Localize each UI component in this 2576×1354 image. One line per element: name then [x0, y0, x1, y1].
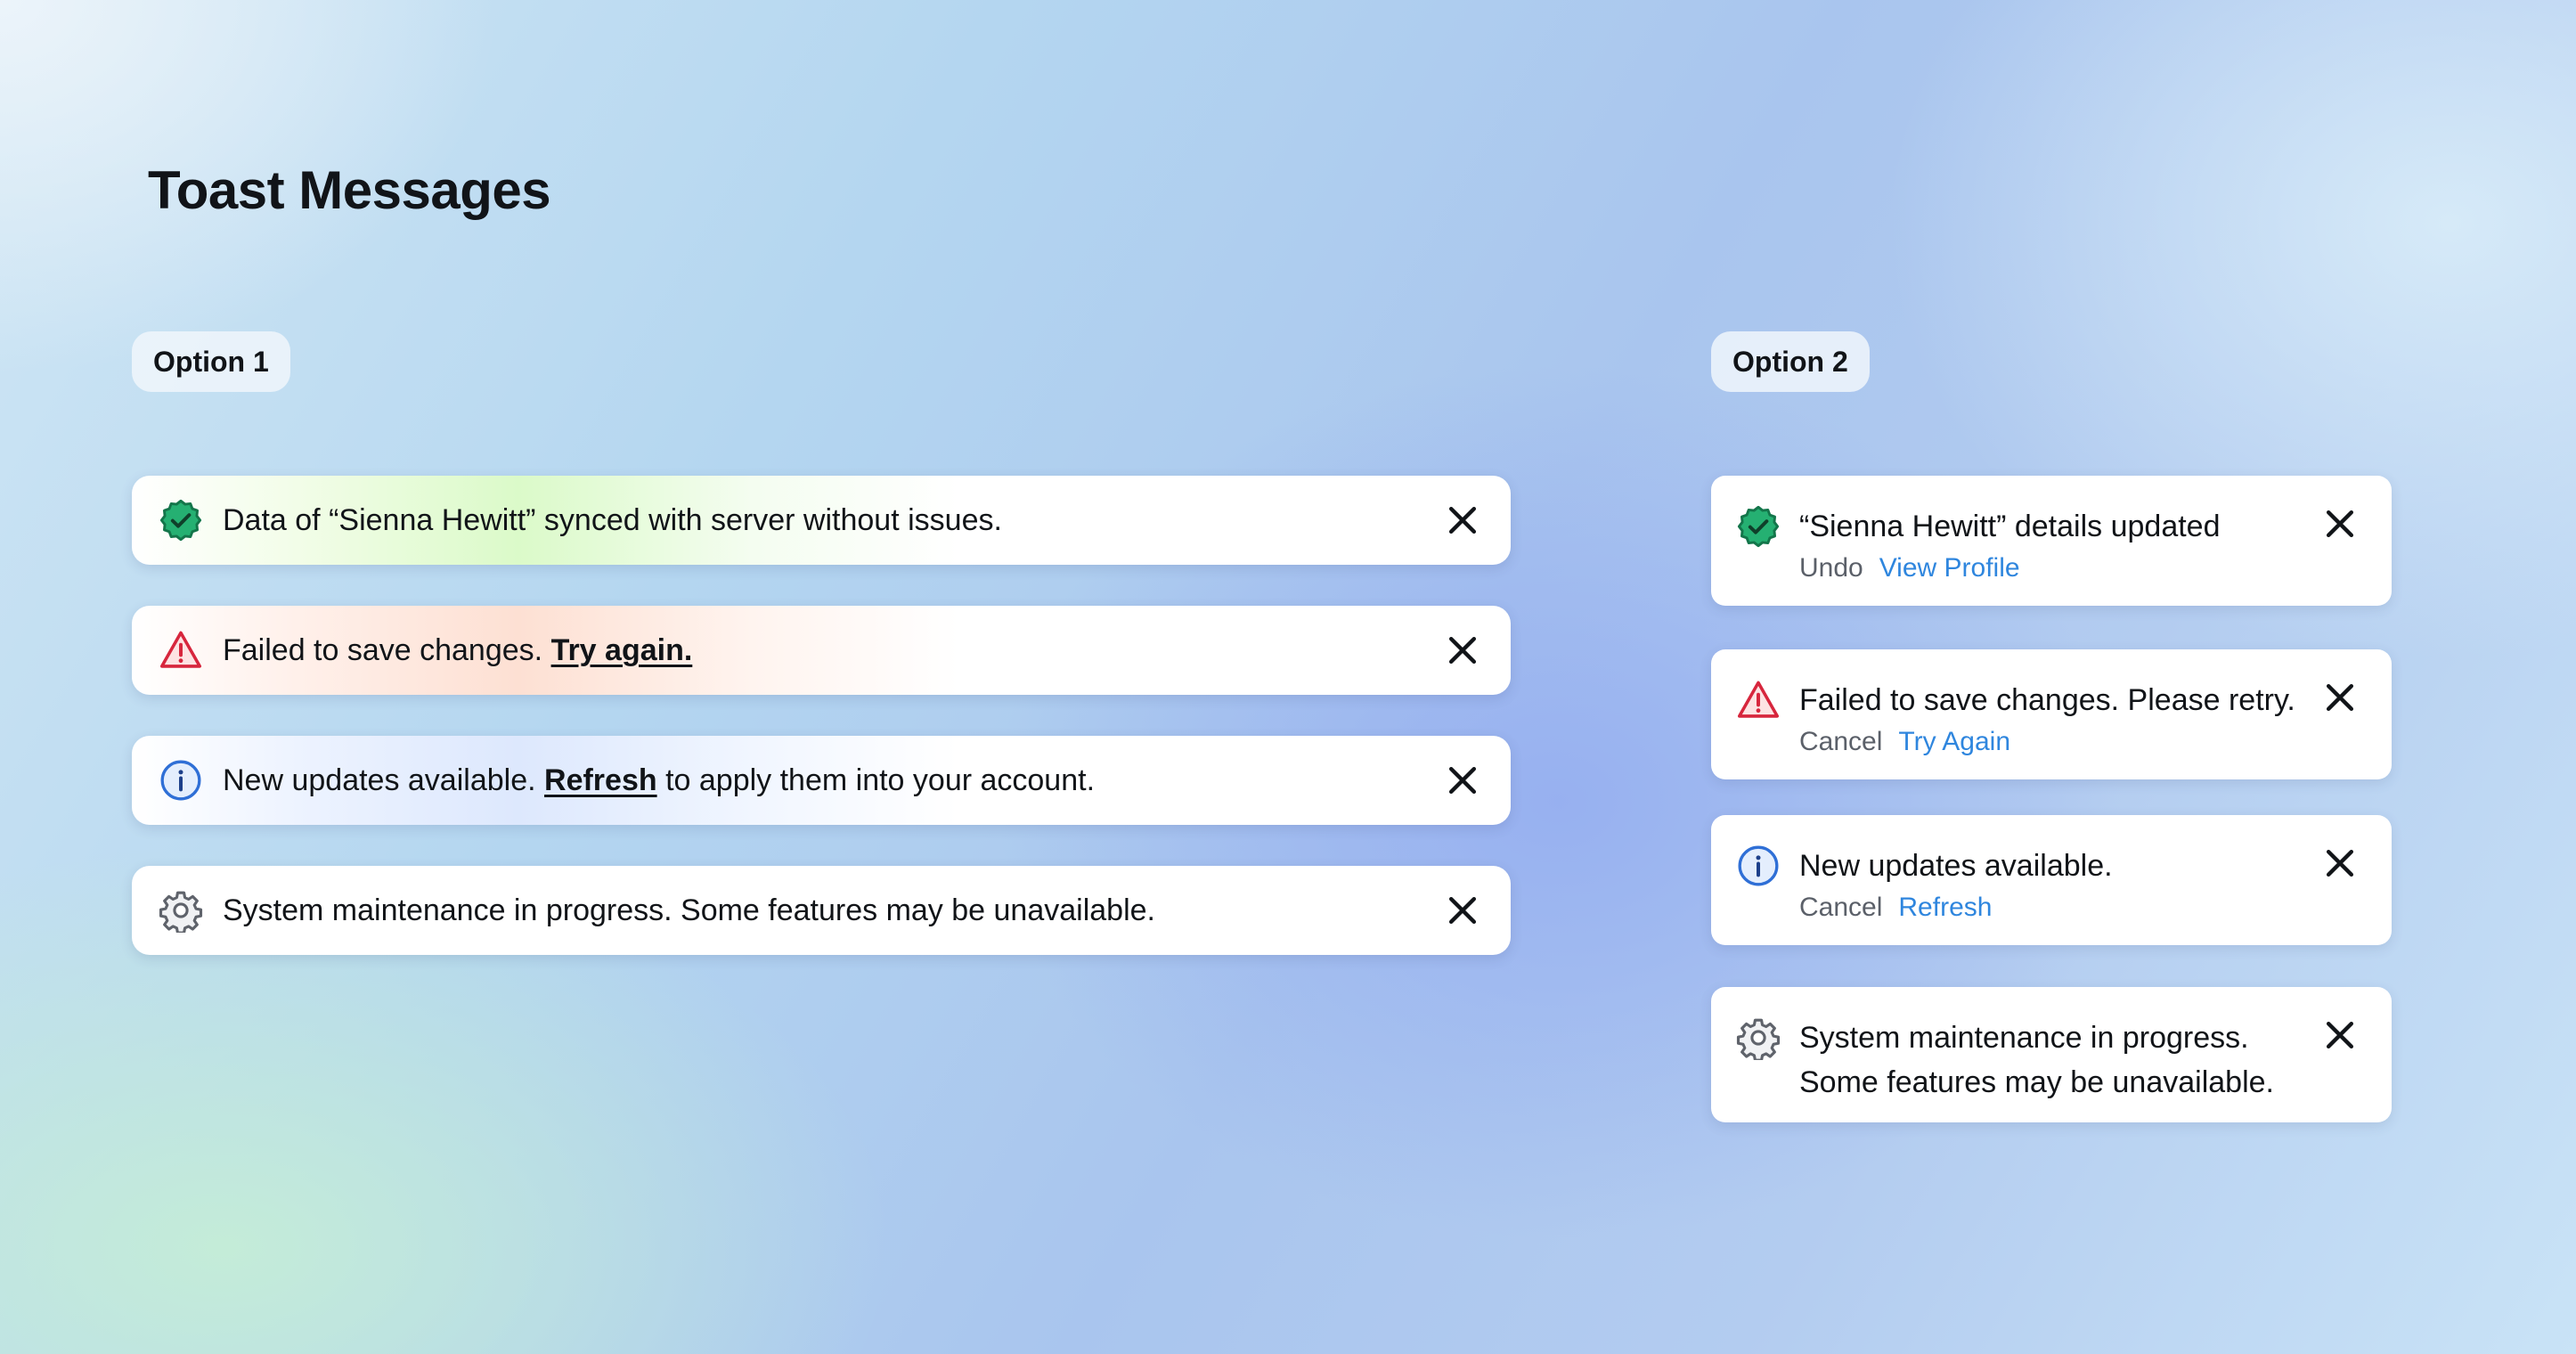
- toast-title: New updates available.: [1799, 849, 2113, 883]
- gear-icon: [1736, 1016, 1781, 1060]
- toast-message-text: New updates available.: [223, 763, 536, 797]
- toast-info: New updates available. Refresh to apply …: [132, 736, 1511, 825]
- toast-message: Failed to save changes. Try again.: [223, 631, 692, 670]
- toast-message-text: Failed to save changes.: [223, 633, 543, 667]
- info-circle-icon: [1736, 844, 1781, 888]
- refresh-link[interactable]: Refresh: [544, 763, 657, 797]
- close-icon[interactable]: [1443, 501, 1482, 540]
- verified-badge-icon: [159, 498, 203, 542]
- toast-success: “Sienna Hewitt” details updated Undo View…: [1711, 476, 2392, 606]
- close-icon[interactable]: [2320, 678, 2360, 717]
- option-2-label: Option 2: [1711, 331, 1870, 392]
- close-icon[interactable]: [2320, 1016, 2360, 1055]
- cancel-button[interactable]: Cancel: [1799, 727, 1882, 756]
- toast-system: System maintenance in progress. Some fea…: [132, 866, 1511, 955]
- close-icon[interactable]: [1443, 631, 1482, 670]
- toast-actions: Cancel Refresh: [1799, 890, 1992, 926]
- toast-title-line-1: System maintenance in progress.: [1799, 1021, 2249, 1055]
- toast-error: Failed to save changes. Try again.: [132, 606, 1511, 695]
- toast-actions: Undo View Profile: [1799, 551, 2020, 586]
- close-icon[interactable]: [2320, 844, 2360, 883]
- warning-triangle-icon: [159, 628, 203, 673]
- toast-message: Data of “Sienna Hewitt” synced with serv…: [223, 503, 1002, 537]
- refresh-button[interactable]: Refresh: [1898, 893, 1992, 922]
- try-again-link[interactable]: Try again.: [551, 633, 693, 667]
- warning-triangle-icon: [1736, 678, 1781, 722]
- gear-icon: [159, 888, 203, 933]
- toast-title: “Sienna Hewitt” details updated: [1799, 510, 2221, 543]
- try-again-button[interactable]: Try Again: [1898, 727, 2010, 756]
- toast-message: System maintenance in progress. Some fea…: [223, 893, 1155, 927]
- toast-title: Failed to save changes. Please retry.: [1799, 683, 2295, 717]
- toast-title-line-2: Some features may be unavailable.: [1799, 1065, 2274, 1099]
- cancel-button[interactable]: Cancel: [1799, 893, 1882, 922]
- close-icon[interactable]: [1443, 891, 1482, 930]
- toast-message-text: to apply them into your account.: [665, 763, 1096, 797]
- toast-success: Data of “Sienna Hewitt” synced with serv…: [132, 476, 1511, 565]
- toast-error: Failed to save changes. Please retry. Ca…: [1711, 649, 2392, 779]
- verified-badge-icon: [1736, 504, 1781, 549]
- toast-message: New updates available. Refresh to apply …: [223, 761, 1095, 800]
- toast-actions: Cancel Try Again: [1799, 724, 2010, 760]
- toast-info: New updates available. Cancel Refresh: [1711, 815, 2392, 945]
- option-1-label: Option 1: [132, 331, 290, 392]
- info-circle-icon: [159, 758, 203, 803]
- page-title: Toast Messages: [148, 160, 551, 220]
- undo-button[interactable]: Undo: [1799, 553, 1863, 583]
- close-icon[interactable]: [1443, 761, 1482, 800]
- toast-system: System maintenance in progress. Some fea…: [1711, 987, 2392, 1122]
- close-icon[interactable]: [2320, 504, 2360, 543]
- view-profile-button[interactable]: View Profile: [1879, 553, 2020, 583]
